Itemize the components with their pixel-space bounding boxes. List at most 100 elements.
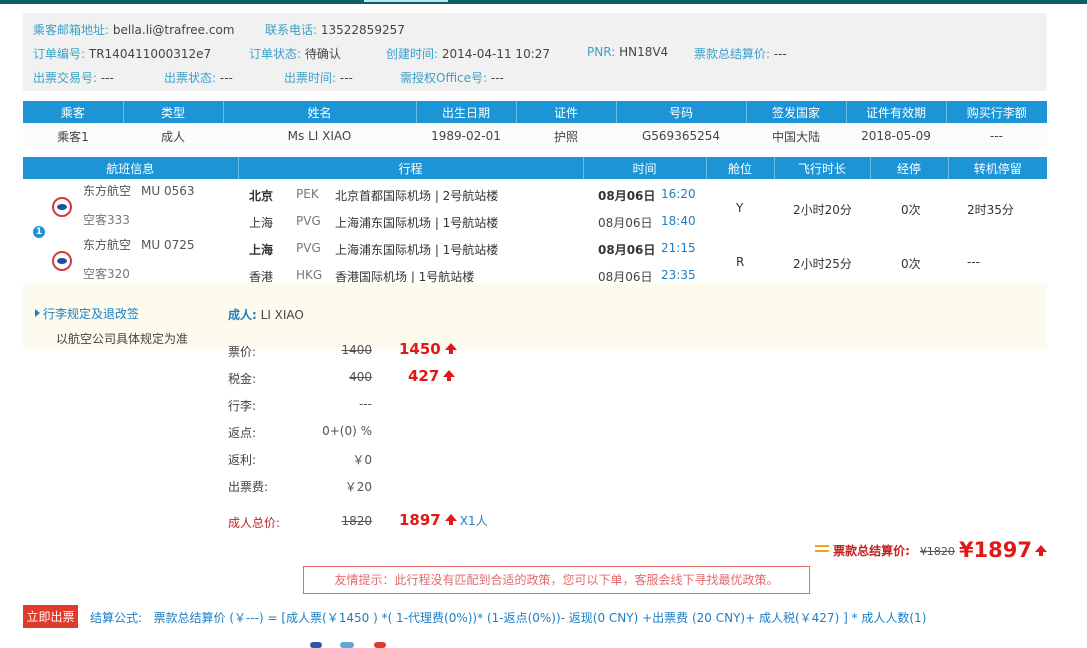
- passenger-type: 成人: [123, 123, 223, 149]
- active-tab-indicator: [364, 0, 448, 2]
- departure-airport: 北京首都国际机场 | 2号航站楼: [335, 189, 499, 203]
- airline-flight: 东方航空 MU 0725: [83, 236, 195, 253]
- col-transfer: 转机停留: [973, 161, 1022, 176]
- fare-label: 返利:: [228, 453, 257, 467]
- fare-new-value: 1450: [399, 340, 457, 358]
- flight-segment-2: 东方航空 MU 0725 空客320 上海 PVG 上海浦东国际机场 | 1号航站…: [23, 233, 1047, 284]
- pnr-value: HN18V4: [619, 45, 669, 59]
- fare-row-rebate-points: 返点: 0+(0) %: [228, 424, 628, 442]
- order-no-value: TR140411000312e7: [88, 47, 212, 61]
- adult-count: X1人: [459, 514, 488, 528]
- price-up-arrow-icon: [443, 370, 456, 381]
- fare-label: 返点:: [228, 426, 257, 440]
- col-type: 类型: [123, 101, 224, 123]
- trade-no-label: 出票交易号:: [33, 71, 98, 85]
- departure-time: 21:15: [661, 241, 696, 255]
- ticket-time-label: 出票时间:: [284, 71, 337, 85]
- baggage-rules-link[interactable]: 行李规定及退改签: [35, 305, 139, 322]
- email-label: 乘客邮箱地址:: [33, 23, 110, 37]
- flight-duration: 2小时25分: [793, 257, 852, 271]
- ticket-status-label: 出票状态:: [164, 71, 217, 85]
- fare-value: ￥0: [352, 453, 372, 467]
- col-duration: 飞行时长: [774, 157, 871, 179]
- airline-name: 东方航空: [83, 184, 132, 198]
- passenger-baggage: ---: [946, 123, 1047, 149]
- footer-icon: [374, 642, 386, 648]
- fare-row-issue-fee: 出票费: ￥20: [228, 478, 628, 496]
- order-detail: 乘客邮箱地址: bella.li@trafree.com 联系电话: 13522…: [23, 13, 1047, 284]
- col-issuing-country: 签发国家: [746, 101, 847, 123]
- issue-ticket-button[interactable]: 立即出票: [23, 605, 78, 628]
- col-name: 姓名: [223, 101, 417, 123]
- aircraft-type: 空客333: [83, 213, 130, 227]
- settlement-total-label: 票款总结算价:: [833, 544, 910, 558]
- aircraft-type: 空客320: [83, 267, 130, 281]
- departure-date: 08月06日: [598, 189, 656, 203]
- departure-airport: 上海浦东国际机场 | 1号航站楼: [335, 243, 499, 257]
- ticket-time-value: ---: [339, 71, 353, 85]
- settlement-total-old: ¥1820: [919, 545, 955, 558]
- col-flight-info: 航班信息: [23, 157, 239, 179]
- adult-total-old: 1820: [341, 514, 372, 528]
- airline-flight: 东方航空 MU 0563: [83, 182, 195, 199]
- col-id-type: 证件: [516, 101, 617, 123]
- departure-time: 16:20: [661, 187, 696, 201]
- departure-city: 北京: [249, 189, 274, 203]
- stop-count: 0次: [901, 257, 921, 271]
- arrival-airport: 上海浦东国际机场 | 1号航站楼: [335, 216, 499, 230]
- cabin-class: Y: [736, 201, 744, 215]
- fare-passenger: 成人: LI XIAO: [228, 306, 304, 323]
- fare-old-value: 1400: [341, 343, 372, 357]
- fare-row-adult-total: 成人总价: 1820 1897 X1人: [228, 511, 628, 532]
- price-up-arrow-icon: [444, 514, 457, 525]
- col-stops: 经停: [870, 157, 949, 179]
- created-value: 2014-04-11 10:27: [441, 47, 551, 61]
- table-row: 乘客1 成人 Ms LI XIAO 1989-02-01 护照 G5693652…: [23, 123, 1047, 149]
- flight-number: MU 0725: [141, 238, 195, 252]
- col-baggage: 购买行李额: [966, 105, 1027, 120]
- airline-name: 东方航空: [83, 238, 132, 252]
- pnr-label: PNR:: [587, 45, 616, 59]
- fare-label: 税金:: [228, 372, 257, 386]
- email-value: bella.li@trafree.com: [112, 23, 235, 37]
- fare-label: 行李:: [228, 399, 257, 413]
- fare-value: ---: [359, 397, 372, 411]
- arrival-time: 23:35: [661, 268, 696, 282]
- office-label: 需授权Office号:: [400, 71, 488, 85]
- fare-old-value: 400: [349, 370, 372, 384]
- fare-row-tax: 税金: 400 427: [228, 367, 628, 388]
- passenger-table-header: 乘客 类型 姓名 出生日期 证件 号码 签发国家 证件有效期 购买行李额: [23, 101, 1047, 123]
- col-id-expiry: 证件有效期: [846, 101, 947, 123]
- col-birth: 出生日期: [416, 101, 517, 123]
- flight-number: MU 0563: [141, 184, 195, 198]
- passenger-index: 乘客1: [23, 123, 123, 149]
- flight-segment-1: 东方航空 MU 0563 空客333 北京 PEK 北京首都国际机场 | 2号航站…: [23, 179, 1047, 230]
- passenger-id-number: G569365254: [616, 123, 746, 149]
- cropped-footer-icons: [310, 642, 760, 648]
- passenger-expiry: 2018-05-09: [846, 123, 946, 149]
- total-marker-icon: [815, 545, 830, 552]
- china-eastern-logo-icon: [52, 251, 72, 271]
- departure-city: 上海: [249, 243, 274, 257]
- fare-new-value: 427: [408, 367, 456, 385]
- fare-value: 0+(0) %: [322, 424, 372, 438]
- footer-icon: [340, 642, 354, 648]
- passenger-id-type: 护照: [516, 123, 616, 149]
- departure-date: 08月06日: [598, 243, 656, 257]
- fare-value: ￥20: [344, 480, 372, 494]
- departure-code: PEK: [296, 187, 319, 201]
- col-itinerary: 行程: [238, 157, 584, 179]
- ticket-status-value: ---: [219, 71, 233, 85]
- created-label: 创建时间:: [386, 47, 439, 61]
- fare-label: 票价:: [228, 345, 257, 359]
- china-eastern-logo-icon: [52, 197, 72, 217]
- adult-total-label: 成人总价:: [228, 516, 281, 530]
- cabin-class: R: [736, 255, 745, 269]
- passenger-table: 乘客 类型 姓名 出生日期 证件 号码 签发国家 证件有效期 购买行李额 乘客1…: [23, 101, 1047, 149]
- fare-row-ticket-price: 票价: 1400 1450: [228, 340, 628, 361]
- bottom-bar: 立即出票 结算公式: 票款总结算价 (￥---) = [成人票(￥1450 ) …: [23, 605, 1063, 629]
- trade-no-value: ---: [100, 71, 114, 85]
- settlement-formula: 结算公式: 票款总结算价 (￥---) = [成人票(￥1450 ) *( 1-…: [90, 609, 926, 626]
- fare-breakdown: 票价: 1400 1450 税金: 400 427 行李: --- 返点: 0+…: [228, 333, 628, 533]
- order-no-label: 订单编号:: [33, 47, 86, 61]
